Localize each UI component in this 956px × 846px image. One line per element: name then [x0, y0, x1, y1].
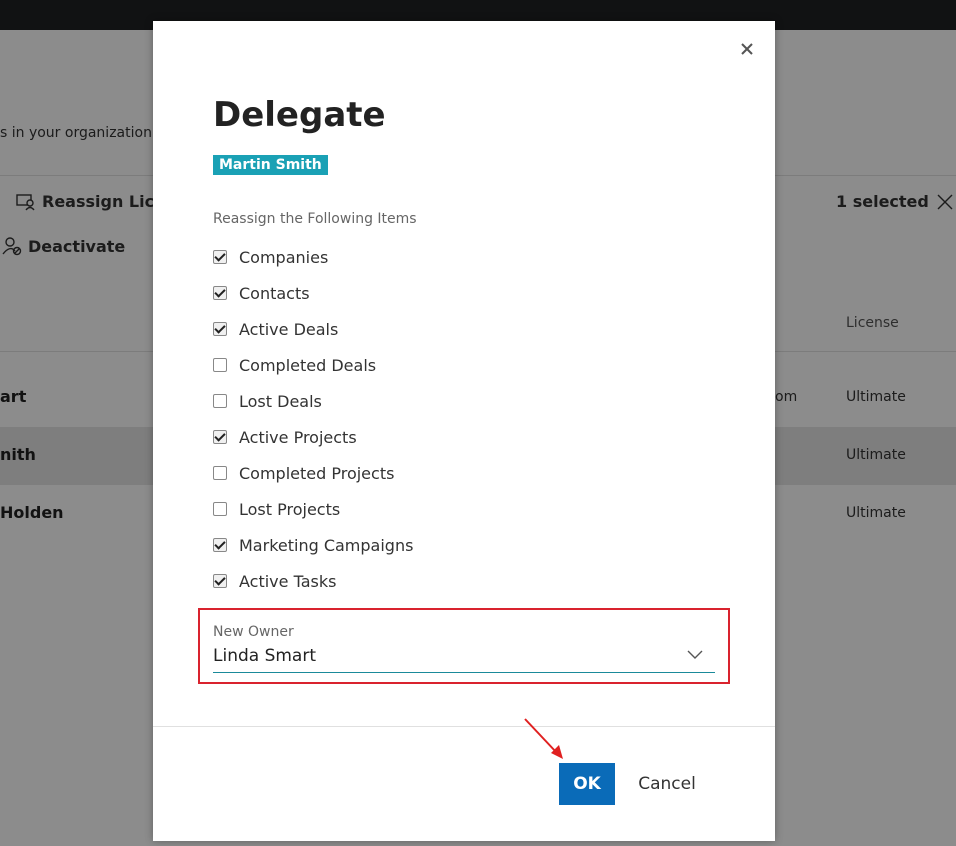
- list-item[interactable]: Lost Deals: [213, 383, 413, 419]
- cancel-button[interactable]: Cancel: [631, 763, 703, 805]
- checkbox[interactable]: [213, 286, 227, 300]
- user-badge: Martin Smith: [213, 155, 328, 175]
- list-item[interactable]: Lost Projects: [213, 491, 413, 527]
- new-owner-highlight: New Owner Linda Smart: [198, 608, 730, 684]
- checkbox[interactable]: [213, 466, 227, 480]
- chevron-down-icon: [687, 650, 703, 659]
- close-icon[interactable]: [739, 41, 755, 57]
- item-label: Active Deals: [239, 319, 339, 339]
- list-item[interactable]: Completed Projects: [213, 455, 413, 491]
- list-item[interactable]: Active Deals: [213, 311, 413, 347]
- item-label: Active Tasks: [239, 571, 337, 591]
- item-label: Completed Deals: [239, 355, 377, 375]
- item-label: Companies: [239, 247, 329, 267]
- item-label: Completed Projects: [239, 463, 395, 483]
- item-label: Marketing Campaigns: [239, 535, 414, 555]
- checkbox[interactable]: [213, 430, 227, 444]
- reassign-items-list: Companies Contacts Active Deals Complete…: [213, 239, 413, 599]
- item-label: Active Projects: [239, 427, 357, 447]
- item-label: Lost Projects: [239, 499, 341, 519]
- list-item[interactable]: Contacts: [213, 275, 413, 311]
- new-owner-label: New Owner: [213, 624, 294, 640]
- item-label: Lost Deals: [239, 391, 322, 411]
- checkbox[interactable]: [213, 574, 227, 588]
- delegate-dialog: Delegate Martin Smith Reassign the Follo…: [153, 21, 775, 841]
- new-owner-dropdown[interactable]: Linda Smart: [213, 644, 715, 673]
- checkbox[interactable]: [213, 358, 227, 372]
- new-owner-value: Linda Smart: [213, 646, 317, 666]
- section-label: Reassign the Following Items: [213, 211, 417, 227]
- list-item[interactable]: Marketing Campaigns: [213, 527, 413, 563]
- checkbox[interactable]: [213, 538, 227, 552]
- checkbox[interactable]: [213, 502, 227, 516]
- list-item[interactable]: Completed Deals: [213, 347, 413, 383]
- annotation-arrow-icon: [524, 718, 563, 759]
- dialog-title: Delegate: [213, 95, 386, 135]
- list-item[interactable]: Active Projects: [213, 419, 413, 455]
- ok-button[interactable]: OK: [559, 763, 615, 805]
- item-label: Contacts: [239, 283, 310, 303]
- footer-divider: [153, 726, 775, 727]
- list-item[interactable]: Active Tasks: [213, 563, 413, 599]
- checkbox[interactable]: [213, 322, 227, 336]
- checkbox[interactable]: [213, 394, 227, 408]
- list-item[interactable]: Companies: [213, 239, 413, 275]
- checkbox[interactable]: [213, 250, 227, 264]
